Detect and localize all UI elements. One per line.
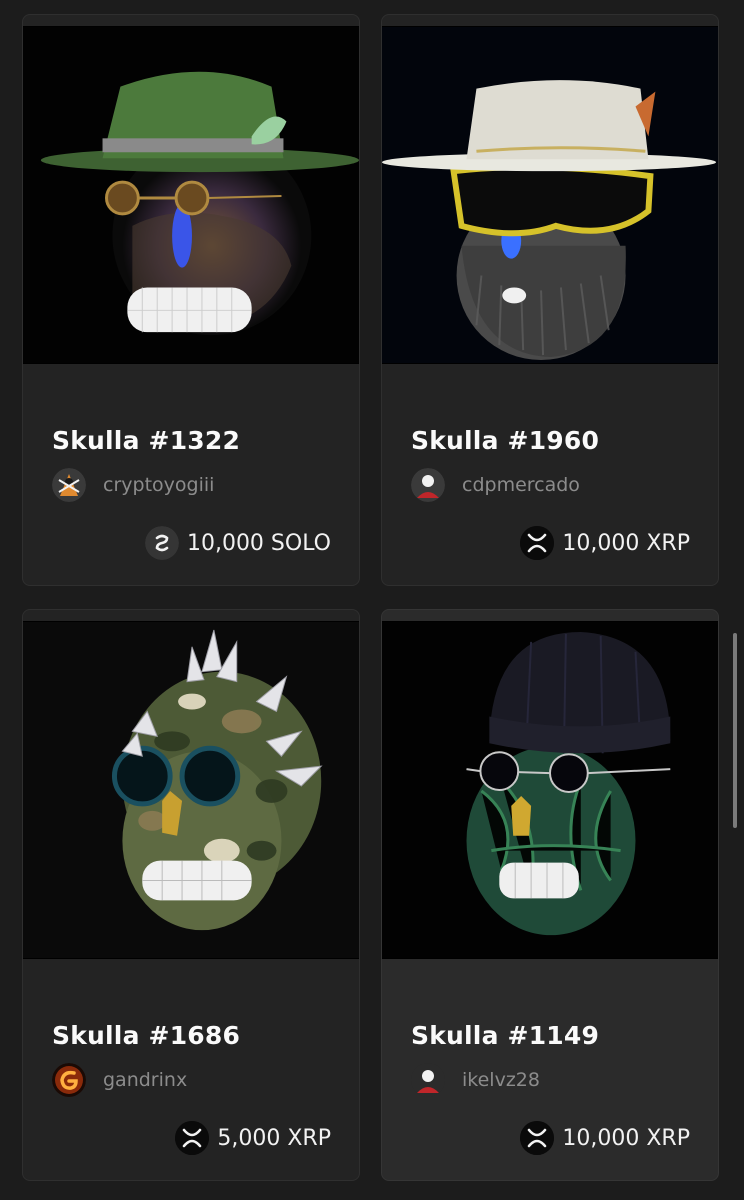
nft-image[interactable] xyxy=(23,26,359,364)
nft-title[interactable]: Skulla #1322 xyxy=(52,426,240,455)
creator-name: cdpmercado xyxy=(462,474,580,496)
creator-link[interactable]: cdpmercado xyxy=(411,468,580,502)
skull-camo-crystals-artwork xyxy=(23,622,359,958)
nft-card[interactable]: Skulla #1960 cdpmercado 10,000 XRP xyxy=(381,14,719,586)
nft-card[interactable]: Skulla #1686 gandrinx 5,000 XRP xyxy=(22,609,360,1181)
price-tag: 10,000 XRP xyxy=(520,1121,690,1155)
price-value: 10,000 XRP xyxy=(562,1125,690,1151)
nft-title[interactable]: Skulla #1686 xyxy=(52,1021,240,1050)
creator-link[interactable]: ikelvz28 xyxy=(411,1063,540,1097)
nft-image[interactable] xyxy=(23,621,359,959)
cryptoyogiii-avatar-icon xyxy=(52,468,86,502)
skull-green-hat-artwork xyxy=(23,27,359,363)
creator-name: ikelvz28 xyxy=(462,1069,540,1091)
nft-card[interactable]: Skulla #1149 ikelvz28 10,000 XRP xyxy=(381,609,719,1181)
nft-title[interactable]: Skulla #1960 xyxy=(411,426,599,455)
default-user-avatar-icon xyxy=(411,468,445,502)
nft-image[interactable] xyxy=(382,26,718,364)
nft-title[interactable]: Skulla #1149 xyxy=(411,1021,599,1050)
price-tag: 10,000 SOLO xyxy=(144,526,331,560)
price-value: 5,000 XRP xyxy=(217,1125,331,1151)
nft-card[interactable]: Skulla #1322 cryptoyogiii 10,000 SOLO xyxy=(22,14,360,586)
price-value: 10,000 SOLO xyxy=(186,530,331,556)
creator-name: gandrinx xyxy=(103,1069,188,1091)
price-tag: 5,000 XRP xyxy=(175,1121,331,1155)
xrp-coin-icon xyxy=(175,1121,210,1155)
xrp-coin-icon xyxy=(520,526,555,560)
creator-link[interactable]: cryptoyogiii xyxy=(52,468,214,502)
skull-white-hat-beard-artwork xyxy=(382,27,718,363)
price-value: 10,000 XRP xyxy=(562,530,690,556)
solo-coin-icon xyxy=(144,526,179,560)
nft-image[interactable] xyxy=(382,621,718,959)
creator-link[interactable]: gandrinx xyxy=(52,1063,187,1097)
price-tag: 10,000 XRP xyxy=(520,526,690,560)
skull-beanie-green-artwork xyxy=(382,622,718,958)
xrp-coin-icon xyxy=(520,1121,555,1155)
default-user-avatar-icon xyxy=(411,1063,445,1097)
gandrinx-flame-avatar-icon xyxy=(52,1063,86,1097)
creator-name: cryptoyogiii xyxy=(103,474,215,496)
scrollbar-thumb[interactable] xyxy=(733,633,737,828)
